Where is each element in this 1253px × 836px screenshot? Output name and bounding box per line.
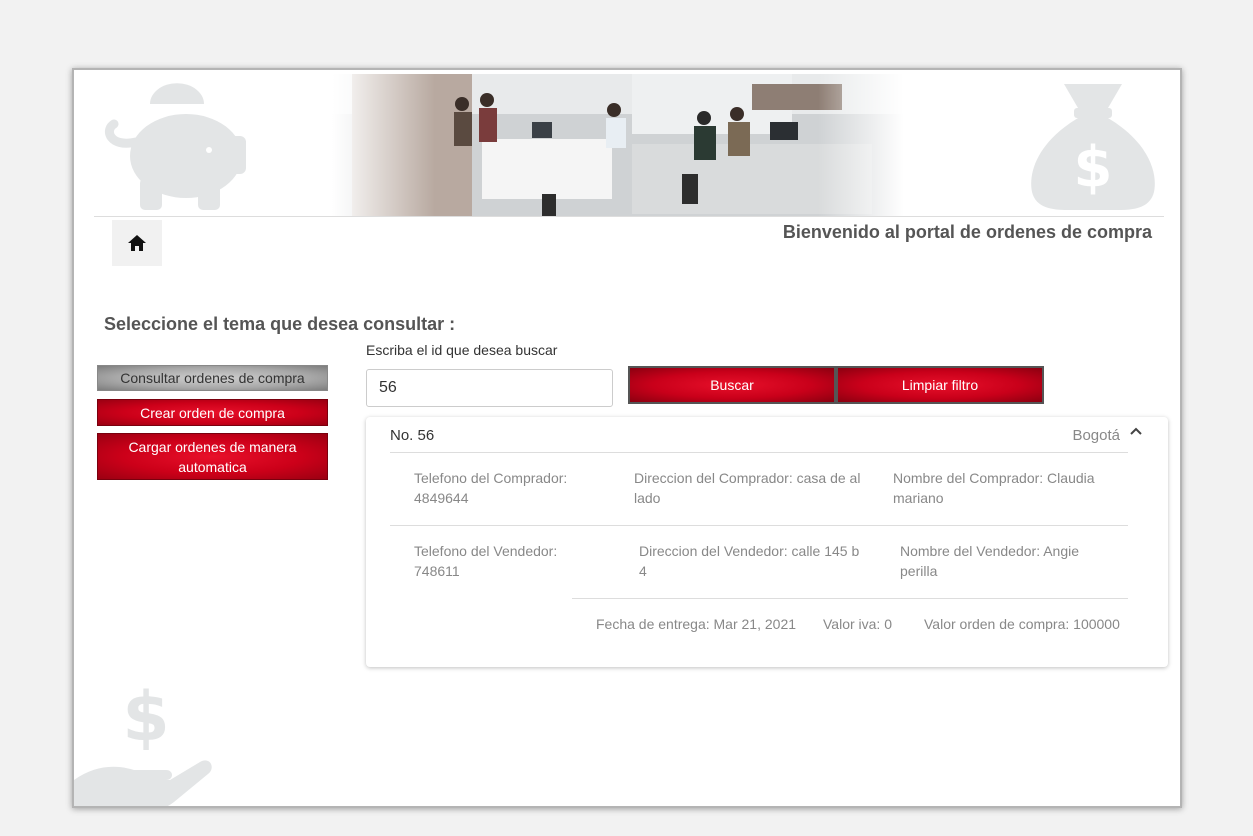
home-icon xyxy=(128,235,146,251)
buyer-phone: Telefono del Comprador: 4849644 xyxy=(414,470,568,506)
chevron-up-icon[interactable] xyxy=(1128,423,1144,439)
svg-text:$: $ xyxy=(122,680,169,757)
seller-address: Direccion del Vendedor: calle 145 b 4 xyxy=(639,543,860,579)
money-bag-icon: $ xyxy=(1031,84,1155,210)
card-divider xyxy=(390,452,1128,453)
row-divider xyxy=(572,598,1128,599)
buyer-address: Direccion del Comprador: casa de al lado xyxy=(634,470,861,506)
svg-text:$: $ xyxy=(1074,135,1113,200)
iva-value: Valor iva: 0 xyxy=(823,616,892,632)
seller-phone: Telefono del Vendedor: 748611 xyxy=(414,543,558,579)
office-banner-image xyxy=(332,74,904,216)
piggy-bank-icon xyxy=(105,83,246,210)
search-input[interactable] xyxy=(366,369,613,407)
header-divider xyxy=(94,216,1164,217)
row-divider xyxy=(390,525,1128,526)
search-button[interactable]: Buscar xyxy=(628,366,836,404)
create-order-button[interactable]: Crear orden de compra xyxy=(97,399,328,426)
dollar-hand-icon: $ xyxy=(74,680,212,806)
clear-filter-button[interactable]: Limpiar filtro xyxy=(836,366,1044,404)
order-city: Bogotá xyxy=(1072,427,1120,444)
consult-orders-button[interactable]: Consultar ordenes de compra xyxy=(97,365,328,391)
order-card: No. 56 Bogotá Telefono del Comprador: 48… xyxy=(366,417,1168,667)
app-frame: $ Bienvenido al portal de ordenes de com… xyxy=(72,68,1182,808)
buyer-name: Nombre del Comprador: Claudia mariano xyxy=(893,470,1095,506)
order-number: No. 56 xyxy=(390,427,435,444)
seller-name: Nombre del Vendedor: Angie perilla xyxy=(900,543,1080,579)
welcome-title: Bienvenido al portal de ordenes de compr… xyxy=(782,222,1152,242)
delivery-date: Fecha de entrega: Mar 21, 2021 xyxy=(596,616,797,632)
load-orders-automatic-button[interactable]: Cargar ordenes de manera automatica xyxy=(97,433,328,480)
home-button[interactable] xyxy=(112,220,162,266)
order-card-header[interactable]: No. 56 Bogotá xyxy=(390,417,1144,453)
search-label: Escriba el id que desea buscar xyxy=(366,342,558,358)
order-total: Valor orden de compra: 100000 xyxy=(924,616,1120,632)
section-title: Seleccione el tema que desea consultar : xyxy=(104,314,456,334)
